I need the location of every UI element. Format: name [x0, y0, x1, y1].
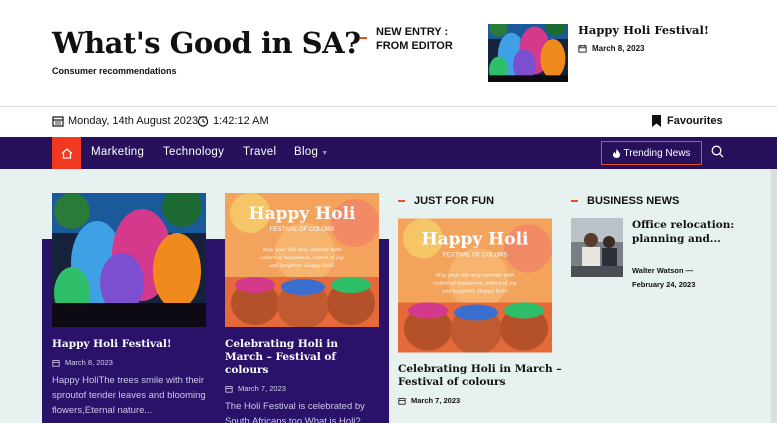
just-for-fun-heading: JUST FOR FUN [398, 195, 494, 207]
just-for-fun-heading-text: JUST FOR FUN [414, 195, 495, 207]
business-news-date: February 24, 2023 [632, 280, 696, 289]
banner-headline: Happy Holi [422, 230, 530, 250]
business-news-title[interactable]: Office relocation: planning and... [632, 218, 752, 246]
nav-item-blog[interactable]: Blog ▼ [294, 146, 328, 158]
business-news-heading: BUSINESS NEWS [571, 195, 679, 207]
favourites-link[interactable]: Favourites [652, 115, 723, 127]
business-news-author[interactable]: Walter Watson — [632, 266, 693, 275]
editor-label-line1: NEW ENTRY : [376, 26, 449, 38]
trending-news-label: Trending News [623, 147, 691, 159]
bookmark-icon [652, 115, 661, 127]
site-title[interactable]: What's Good in SA? [52, 26, 361, 60]
clock-icon [197, 116, 209, 127]
nav-item-travel[interactable]: Travel [243, 146, 276, 158]
post-card-2-image[interactable]: Happy Holi FESTIVAL OF COLORS May your l… [225, 193, 379, 327]
post-card-2-date-text: March 7, 2023 [238, 384, 286, 393]
post-card-1-date: March 8, 2023 [52, 358, 206, 367]
current-time-text: 1:42:12 AM [213, 115, 269, 127]
main-navigation: Marketing Technology Travel Blog ▼ Trendi… [0, 137, 777, 169]
editor-label: NEW ENTRY : FROM EDITOR [376, 25, 453, 53]
favourites-label: Favourites [667, 115, 723, 127]
post-card-1-title[interactable]: Happy Holi Festival! [52, 338, 206, 351]
editor-post-title[interactable]: Happy Holi Festival! [578, 23, 709, 37]
nav-home-button[interactable] [52, 137, 81, 169]
heading-accent-dash [398, 200, 405, 202]
just-for-fun-title[interactable]: Celebrating Holi in March – Festival of … [398, 363, 568, 389]
fire-icon [612, 148, 620, 158]
trending-news-button[interactable]: Trending News [601, 141, 702, 165]
banner-subline: FESTIVAL OF COLORS [270, 227, 335, 233]
post-card-1-image[interactable] [52, 193, 206, 327]
just-for-fun-date-text: March 7, 2023 [411, 396, 461, 405]
current-date: Monday, 14th August 2023 [52, 115, 198, 127]
banner-headline: Happy Holi [249, 204, 357, 224]
post-card-2-title[interactable]: Celebrating Holi in March – Festival of … [225, 338, 379, 377]
calendar-icon [52, 116, 64, 127]
main-content: Happy Holi Festival! March 8, 2023 Happy… [0, 169, 777, 423]
search-button[interactable] [711, 145, 724, 163]
current-date-text: Monday, 14th August 2023 [68, 115, 199, 127]
editor-post-date: March 8, 2023 [578, 44, 644, 53]
post-card-1-date-text: March 8, 2023 [65, 358, 113, 367]
home-icon [61, 147, 72, 159]
calendar-icon [225, 385, 233, 393]
post-card-1-excerpt: Happy HoliThe trees smile with their spr… [52, 375, 206, 416]
nav-item-blog-label: Blog [294, 146, 319, 158]
search-icon [711, 145, 724, 158]
editor-post-thumbnail[interactable] [488, 24, 568, 82]
page-scrollbar[interactable] [771, 169, 777, 423]
just-for-fun-date: March 7, 2023 [398, 396, 460, 405]
site-tagline: Consumer recommendations [52, 66, 177, 76]
heading-accent-dash [571, 200, 578, 202]
current-time: 1:42:12 AM [197, 115, 269, 127]
banner-subline: FESTIVAL OF COLORS [443, 253, 508, 259]
site-header: What's Good in SA? Consumer recommendati… [0, 0, 777, 107]
just-for-fun-image[interactable]: Happy Holi FESTIVAL OF COLORS May your l… [398, 218, 552, 353]
post-card-2: Happy Holi FESTIVAL OF COLORS May your l… [225, 193, 379, 423]
banner-message: May your life stay colored with colors of… [434, 273, 517, 295]
post-card-2-date: March 7, 2023 [225, 384, 379, 393]
editor-post-date-text: March 8, 2023 [592, 44, 645, 53]
business-news-heading-text: BUSINESS NEWS [587, 195, 680, 207]
editor-accent-dash [360, 37, 367, 39]
calendar-icon [52, 359, 60, 367]
post-card-2-excerpt: The Holi Festival is celebrated by South… [225, 401, 365, 423]
business-news-author-name: Walter Watson [632, 266, 684, 275]
editor-label-line2: FROM EDITOR [376, 40, 453, 52]
calendar-icon [398, 397, 406, 405]
business-news-image[interactable] [571, 218, 623, 277]
info-bar: Monday, 14th August 2023 1:42:12 AM Favo… [0, 108, 777, 137]
nav-item-technology[interactable]: Technology [163, 146, 224, 158]
calendar-icon [578, 44, 587, 53]
chevron-down-icon: ▼ [321, 150, 329, 157]
post-card-1: Happy Holi Festival! March 8, 2023 Happy… [52, 193, 206, 418]
nav-item-marketing[interactable]: Marketing [91, 146, 144, 158]
banner-message: May your life stay colored with colors of… [261, 247, 344, 269]
